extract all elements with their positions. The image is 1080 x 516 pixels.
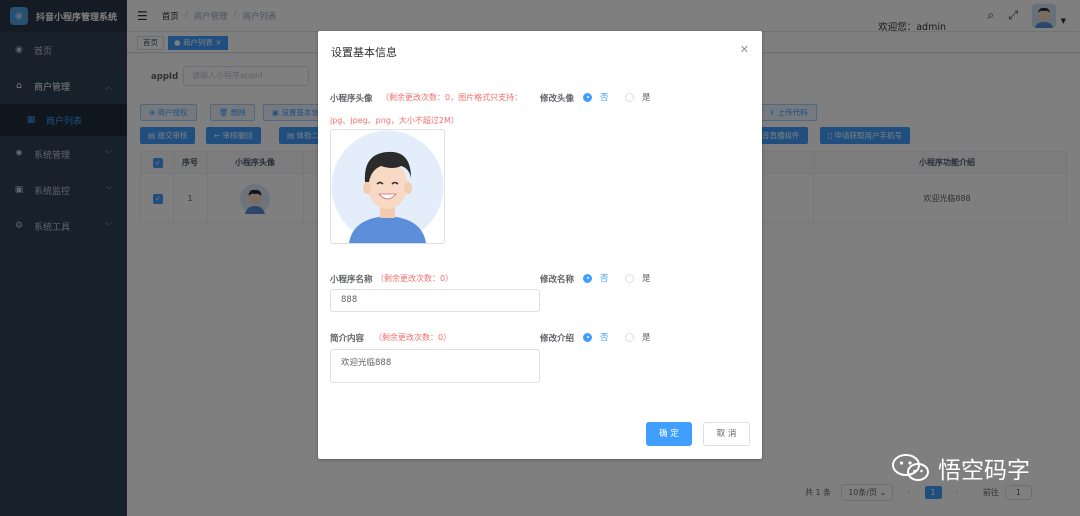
radio-dot — [583, 273, 592, 283]
radio-dot — [625, 332, 634, 342]
modify-avatar-yes-radio[interactable]: 是 — [625, 91, 651, 103]
radio-dot — [583, 92, 592, 102]
avatar-hint-format: jpg、jpeg、png，大小不超过2M） — [330, 116, 459, 125]
radio-dot — [583, 332, 592, 342]
watermark-text: 悟空码字 — [938, 458, 1030, 484]
radio-label: 否 — [600, 274, 609, 284]
modify-intro-label: 修改介绍 — [540, 334, 575, 344]
modify-avatar-label: 修改头像 — [540, 94, 575, 104]
wechat-icon — [892, 454, 929, 481]
radio-dot — [625, 92, 634, 102]
radio-label: 是 — [642, 333, 651, 343]
modify-intro-yes-radio[interactable]: 是 — [625, 331, 651, 343]
intro-textarea[interactable]: 欢迎光临888 — [330, 349, 540, 383]
name-input[interactable]: 888 — [330, 289, 540, 312]
avatar-field-label: 小程序头像 — [330, 94, 373, 104]
radio-label: 否 — [600, 333, 609, 343]
name-hint: （剩余更改次数：0） — [376, 274, 454, 283]
avatar-preview-icon — [331, 130, 444, 243]
modify-name-yes-radio[interactable]: 是 — [625, 272, 651, 284]
radio-label: 是 — [642, 274, 651, 284]
intro-hint: （剩余更改次数：0） — [374, 333, 452, 342]
modify-avatar-no-radio[interactable]: 否 — [583, 91, 609, 103]
radio-dot — [625, 273, 634, 283]
radio-label: 否 — [600, 93, 609, 103]
dialog-title: 设置基本信息 — [331, 46, 397, 59]
avatar-upload[interactable] — [330, 129, 445, 244]
name-field-label: 小程序名称 — [330, 275, 373, 285]
close-icon[interactable]: ✕ — [740, 43, 749, 56]
avatar-hint: （剩余更改次数：0，图片格式只支持： — [381, 93, 523, 102]
cancel-button[interactable]: 取 消 — [703, 422, 750, 446]
confirm-button[interactable]: 确 定 — [646, 422, 692, 446]
basic-info-dialog: 设置基本信息 ✕ 小程序头像 （剩余更改次数：0，图片格式只支持： 修改头像 否… — [318, 31, 762, 459]
modify-name-no-radio[interactable]: 否 — [583, 272, 609, 284]
intro-field-label: 简介内容 — [330, 334, 365, 344]
radio-label: 是 — [642, 93, 651, 103]
wechat-watermark: 悟空码字 — [892, 451, 1030, 485]
modify-name-label: 修改名称 — [540, 275, 575, 285]
modify-intro-no-radio[interactable]: 否 — [583, 331, 609, 343]
